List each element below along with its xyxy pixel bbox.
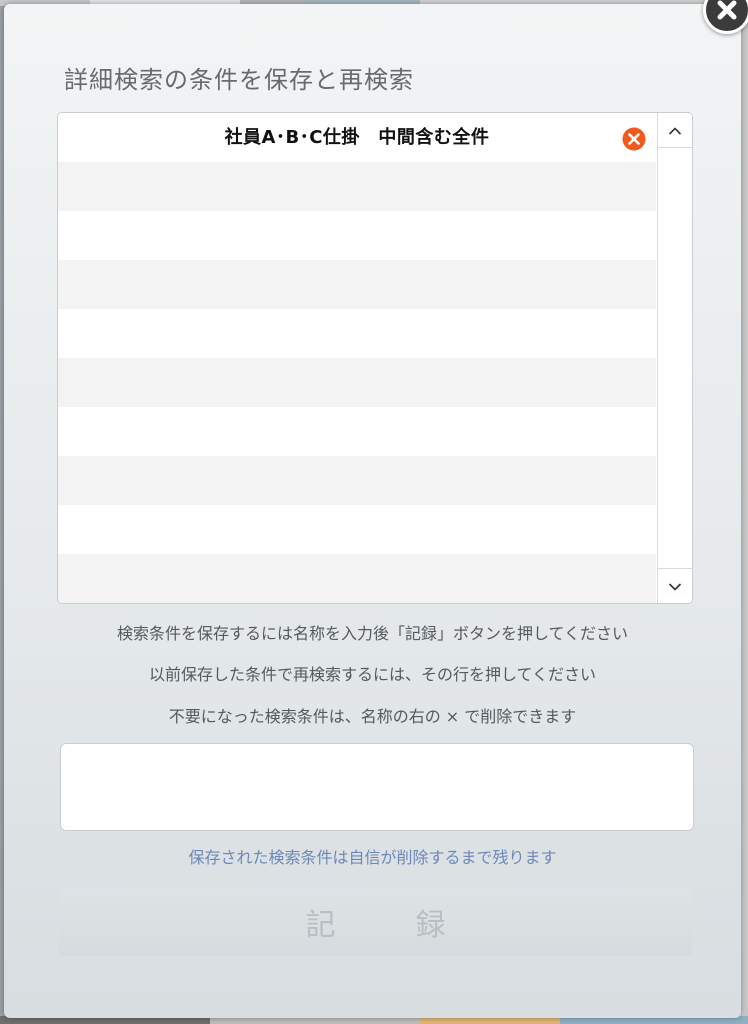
saved-search-rows: 社員A･B･C仕掛 中間含む全件 (58, 113, 656, 603)
help-text-delete: 不要になった検索条件は、名称の右の × で削除できます (168, 707, 577, 726)
dialog-title: 詳細検索の条件を保存と再検索 (64, 66, 414, 94)
saved-search-row[interactable] (58, 260, 656, 309)
record-button[interactable]: 記録 (59, 888, 692, 956)
saved-search-row[interactable] (58, 456, 656, 505)
saved-search-row[interactable] (58, 358, 656, 407)
condition-name-input[interactable] (60, 743, 694, 831)
saved-search-row[interactable] (58, 211, 656, 260)
close-button[interactable] (703, 0, 748, 34)
close-icon (716, 0, 738, 21)
chevron-up-icon (668, 121, 682, 140)
saved-search-list: 社員A･B･C仕掛 中間含む全件 (57, 112, 693, 604)
persistence-note: 保存された検索条件は自信が削除するまで残ります (188, 848, 557, 867)
help-text-save: 検索条件を保存するには名称を入力後「記録」ボタンを押してください (116, 624, 629, 643)
saved-search-row[interactable] (58, 162, 656, 211)
saved-search-row[interactable] (58, 554, 656, 603)
help-text-reuse: 以前保存した条件で再検索するには、その行を押してください (148, 665, 597, 684)
saved-search-dialog: 詳細検索の条件を保存と再検索 社員A･B･C仕掛 中間含む全件 検索条件を保存す… (4, 0, 748, 1018)
scroll-up-button[interactable] (658, 113, 692, 148)
saved-search-name: 社員A･B･C仕掛 中間含む全件 (224, 126, 490, 148)
saved-search-row[interactable] (58, 407, 656, 456)
saved-search-row[interactable] (58, 505, 656, 554)
saved-search-row[interactable]: 社員A･B･C仕掛 中間含む全件 (58, 113, 656, 162)
list-scrollbar[interactable] (657, 113, 692, 603)
scroll-down-button[interactable] (658, 568, 692, 603)
remove-circle-icon[interactable] (622, 127, 646, 151)
saved-search-row[interactable] (58, 309, 656, 358)
chevron-down-icon (668, 577, 682, 596)
